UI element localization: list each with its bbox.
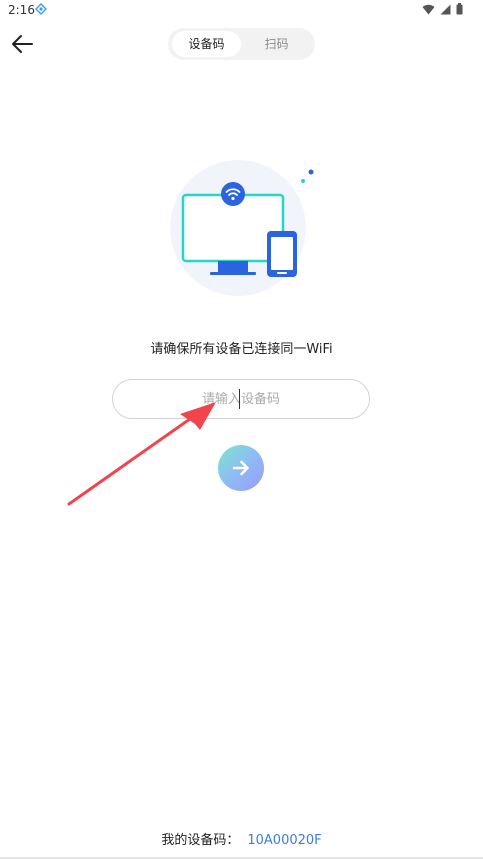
status-time: 2:16 (8, 3, 35, 17)
tab-scan[interactable]: 扫码 (242, 31, 311, 57)
wifi-icon (422, 4, 435, 14)
text-cursor (239, 389, 240, 409)
mode-tabs: 设备码 扫码 (168, 28, 315, 60)
arrow-right-icon (232, 460, 249, 476)
signal-icon (440, 4, 451, 14)
arrow-left-icon (12, 35, 33, 53)
status-bar: 2:16 (0, 0, 483, 22)
annotation-arrow (67, 402, 216, 506)
wifi-icon (221, 182, 245, 206)
back-button[interactable] (10, 32, 38, 56)
tab-device-code[interactable]: 设备码 (172, 31, 241, 57)
battery-icon (456, 3, 463, 15)
device-connection-illustration (170, 160, 314, 296)
same-wifi-tip: 请确保所有设备已连接同一WiFi (150, 342, 333, 357)
illustration-dot-teal (301, 179, 305, 183)
my-device-code-value: 10A00020F (247, 833, 322, 848)
my-device-code: 我的设备码： 10A00020F (0, 829, 483, 848)
illustration-dot-blue (308, 169, 314, 175)
network-activity-icon (35, 3, 47, 15)
phone-icon (267, 231, 297, 277)
my-device-code-label: 我的设备码： (161, 833, 240, 848)
status-icons (422, 3, 463, 15)
device-code-input[interactable] (112, 379, 370, 419)
submit-button[interactable] (218, 445, 264, 491)
